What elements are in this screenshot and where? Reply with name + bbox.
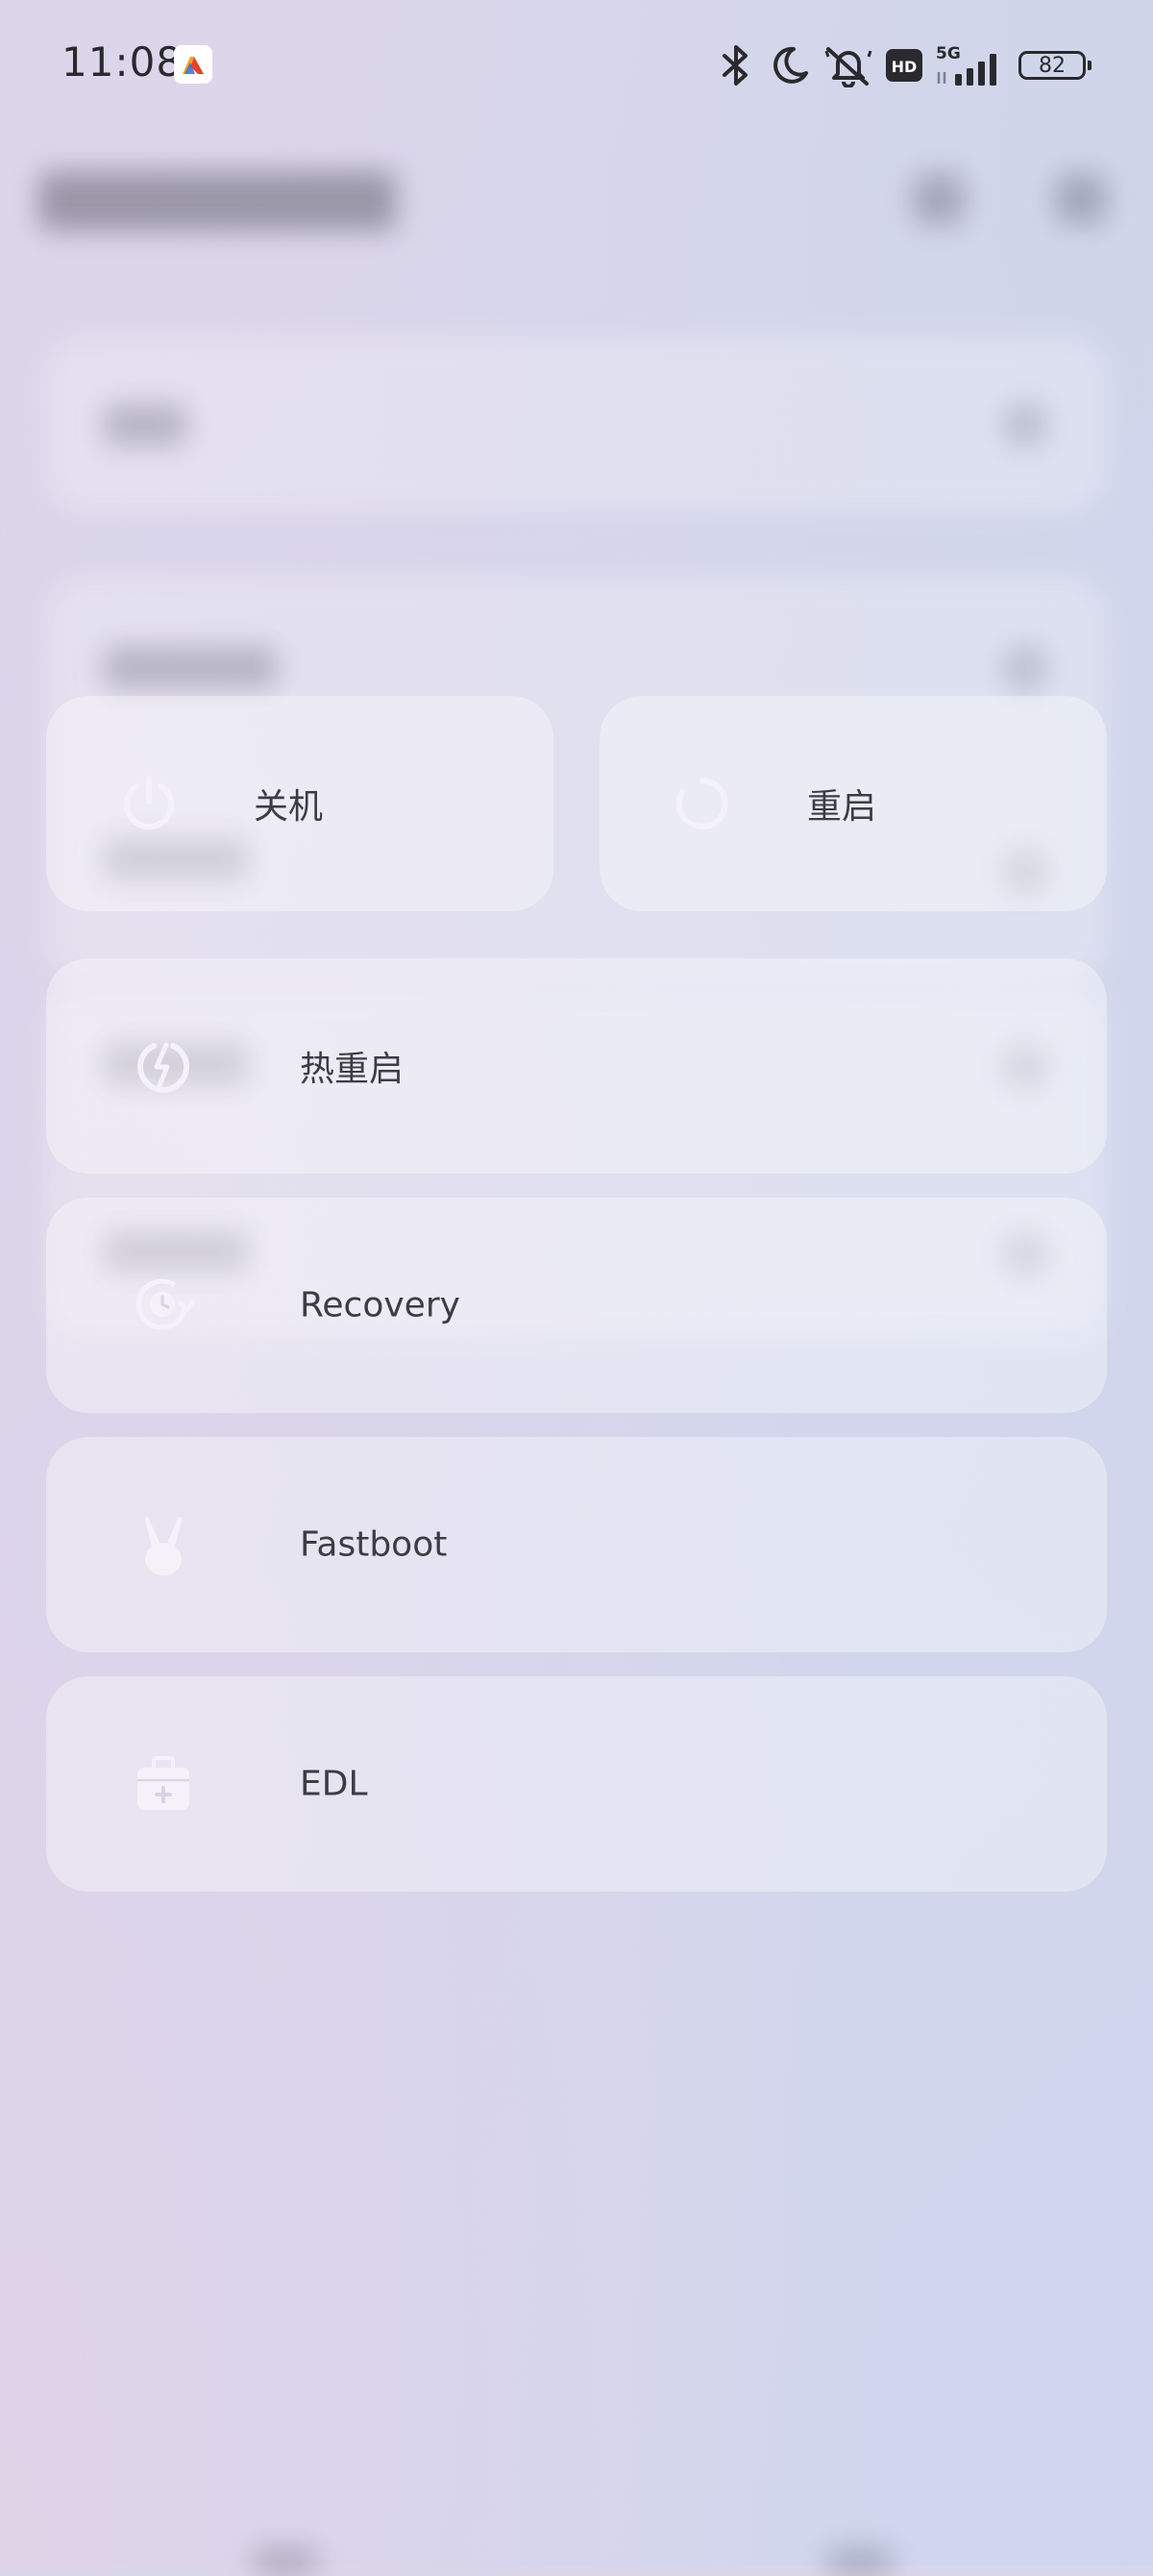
hot-reboot-label: 热重启 — [300, 1050, 405, 1089]
rabbit-icon — [131, 1512, 196, 1577]
edl-button[interactable]: EDL — [46, 1676, 1107, 1892]
shutdown-label: 关机 — [254, 787, 324, 827]
reboot-button[interactable]: 重启 — [600, 696, 1107, 911]
edl-label: EDL — [300, 1764, 368, 1804]
lightning-icon — [131, 1033, 196, 1099]
reboot-label: 重启 — [807, 787, 877, 827]
fastboot-button[interactable]: Fastboot — [46, 1437, 1107, 1652]
restart-icon — [670, 771, 735, 836]
power-icon — [116, 771, 182, 836]
medical-kit-icon — [131, 1751, 196, 1817]
recovery-label: Recovery — [300, 1285, 460, 1325]
fastboot-label: Fastboot — [300, 1524, 448, 1565]
shutdown-button[interactable]: 关机 — [46, 696, 553, 911]
hot-reboot-button[interactable]: 热重启 — [46, 958, 1107, 1174]
recovery-button[interactable]: Recovery — [46, 1198, 1107, 1413]
recovery-icon — [131, 1273, 196, 1338]
power-menu: 关机 重启 热重启 Recovery Fastboot EDL — [0, 0, 1153, 2566]
